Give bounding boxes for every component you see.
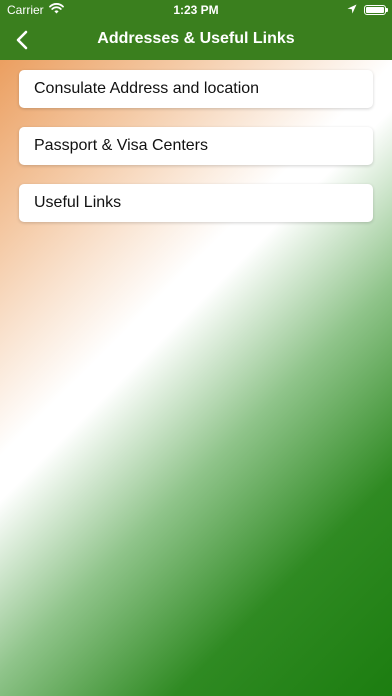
menu-list: Consulate Address and location Passport … xyxy=(19,70,373,241)
menu-item-label: Useful Links xyxy=(34,194,122,211)
header: Carrier 1:23 PM Addresses & Useful Links xyxy=(0,0,392,60)
status-time: 1:23 PM xyxy=(173,3,219,17)
menu-item-label: Passport & Visa Centers xyxy=(34,137,209,154)
battery-icon xyxy=(364,5,388,15)
menu-item-label: Consulate Address and location xyxy=(34,80,260,97)
nav-bar: Addresses & Useful Links xyxy=(0,20,392,60)
status-bar: Carrier 1:23 PM xyxy=(0,0,392,20)
status-right xyxy=(347,3,388,17)
menu-item-useful-links[interactable]: Useful Links xyxy=(19,184,373,222)
battery-cap xyxy=(386,8,388,12)
menu-item-consulate-address[interactable]: Consulate Address and location xyxy=(19,70,373,108)
battery-fill xyxy=(366,7,384,13)
location-arrow-icon xyxy=(347,3,357,17)
page-title: Addresses & Useful Links xyxy=(97,30,295,47)
menu-item-passport-visa-centers[interactable]: Passport & Visa Centers xyxy=(19,127,373,165)
